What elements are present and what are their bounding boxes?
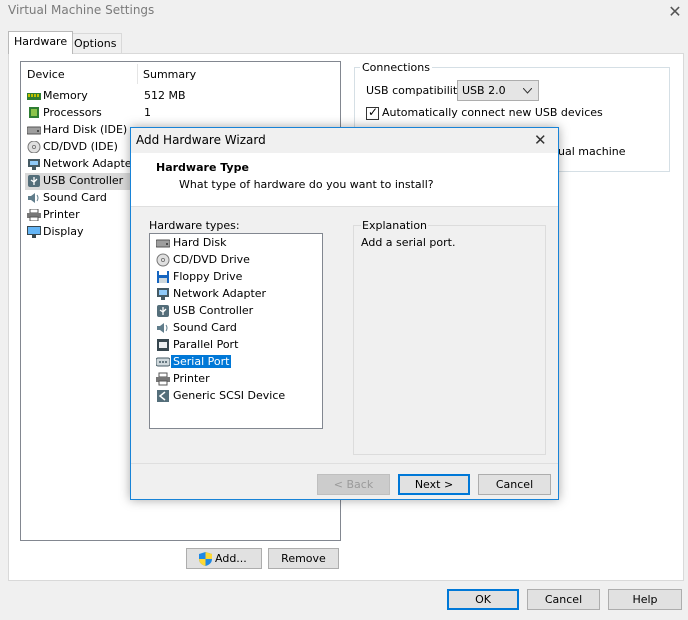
hardware-type-label: Generic SCSI Device (173, 389, 286, 402)
hard-disk-icon (156, 239, 170, 248)
usb-compatibility-value: USB 2.0 (462, 84, 506, 97)
floppy-icon (157, 271, 169, 283)
device-name: Printer (43, 208, 80, 221)
hardware-type-usb-controller[interactable]: USB Controller (155, 303, 317, 320)
parallel-port-icon (157, 339, 169, 351)
device-name: CD/DVD (IDE) (43, 140, 118, 153)
display-icon (27, 226, 41, 238)
device-name: Hard Disk (IDE) (43, 123, 128, 136)
wizard-title: Add Hardware Wizard (136, 133, 266, 147)
hardware-type-label: Floppy Drive (173, 270, 243, 283)
device-name: Memory (43, 89, 88, 102)
add-button[interactable]: Add... (186, 548, 262, 569)
wizard-cancel-button[interactable]: Cancel (478, 474, 551, 495)
hardware-type-label: Sound Card (173, 321, 237, 334)
usb-compatibility-label: USB compatibility: (366, 84, 467, 97)
usb-icon (157, 305, 169, 317)
hardware-type-parallel-port[interactable]: Parallel Port (155, 337, 317, 354)
device-summary: 512 MB (144, 89, 186, 102)
ok-button[interactable]: OK (447, 589, 519, 610)
hard-disk-icon (27, 126, 41, 135)
hardware-type-serial-port[interactable]: Serial Port (155, 354, 317, 371)
hardware-type-floppy[interactable]: Floppy Drive (155, 269, 317, 286)
device-row-memory[interactable]: Memory 512 MB (25, 88, 338, 105)
printer-icon (27, 209, 41, 221)
column-divider[interactable] (137, 64, 138, 84)
device-column-header[interactable]: Device (27, 68, 65, 81)
hardware-type-sound-card[interactable]: Sound Card (155, 320, 317, 337)
serial-port-icon (156, 357, 170, 367)
hardware-type-label: CD/DVD Drive (173, 253, 250, 266)
printer-icon (156, 372, 170, 386)
help-button[interactable]: Help (608, 589, 682, 610)
explanation-group (353, 225, 546, 455)
cd-dvd-icon (27, 141, 41, 153)
hardware-type-label: Hard Disk (173, 236, 227, 249)
remove-button[interactable]: Remove (268, 548, 339, 569)
sound-icon (157, 323, 168, 333)
explanation-text: Add a serial port. (361, 236, 456, 249)
device-name: Network Adapter (43, 157, 137, 170)
scsi-icon (157, 390, 169, 402)
hardware-type-label: Network Adapter (173, 287, 267, 300)
hardware-types-label: Hardware types: (149, 219, 240, 232)
sound-icon (28, 193, 39, 203)
hardware-type-label: Parallel Port (173, 338, 239, 351)
connections-label: Connections (360, 61, 432, 74)
device-name: Display (43, 225, 84, 238)
network-adapter-icon (28, 159, 40, 170)
network-adapter-icon (157, 288, 169, 300)
hardware-type-hard-disk[interactable]: Hard Disk (155, 235, 317, 252)
hardware-types-list[interactable]: Hard Disk CD/DVD Drive Floppy Drive Netw… (149, 233, 323, 429)
device-summary: 1 (144, 106, 151, 119)
tab-options[interactable]: Options (68, 33, 123, 53)
hardware-type-network-adapter[interactable]: Network Adapter (155, 286, 317, 303)
wizard-header: Hardware Type What type of hardware do y… (131, 153, 558, 207)
tab-hardware[interactable]: Hardware (8, 31, 74, 54)
checkmark-icon: ✓ (368, 105, 379, 119)
footer-divider (131, 463, 558, 464)
processor-icon (29, 107, 39, 118)
auto-connect-label: Automatically connect new USB devices (382, 106, 603, 119)
add-hardware-wizard-dialog: Add Hardware Wizard ✕ Hardware Type What… (130, 127, 559, 500)
wizard-subheading: What type of hardware do you want to ins… (179, 178, 434, 191)
back-button[interactable]: < Back (317, 474, 390, 495)
hardware-type-label: Serial Port (171, 355, 232, 368)
add-button-label: Add... (215, 552, 247, 565)
hardware-type-cd-dvd[interactable]: CD/DVD Drive (155, 252, 317, 269)
wizard-close-icon[interactable]: ✕ (534, 131, 547, 149)
cancel-button[interactable]: Cancel (527, 589, 600, 610)
device-name: Sound Card (43, 191, 107, 204)
device-name: USB Controller (43, 174, 124, 187)
wizard-heading: Hardware Type (156, 161, 249, 174)
device-name: Processors (43, 106, 102, 119)
cd-dvd-icon (156, 253, 170, 267)
close-icon[interactable]: ✕ (666, 2, 684, 21)
window-title: Virtual Machine Settings (8, 3, 155, 17)
hardware-type-printer[interactable]: Printer (155, 371, 317, 388)
next-button[interactable]: Next > (398, 474, 470, 495)
summary-column-header[interactable]: Summary (143, 68, 196, 81)
hardware-type-generic-scsi[interactable]: Generic SCSI Device (155, 388, 317, 405)
partial-option-label: ual machine (558, 145, 626, 158)
hardware-type-label: Printer (173, 372, 210, 385)
explanation-label: Explanation (361, 219, 429, 232)
hardware-type-label: USB Controller (173, 304, 254, 317)
usb-icon (28, 175, 40, 187)
shield-icon (199, 552, 212, 566)
auto-connect-checkbox[interactable]: ✓ (366, 105, 379, 120)
usb-compatibility-select[interactable]: USB 2.0 (457, 80, 539, 101)
memory-icon (27, 93, 41, 100)
device-row-processors[interactable]: Processors 1 (25, 105, 338, 122)
chevron-down-icon (523, 88, 532, 94)
